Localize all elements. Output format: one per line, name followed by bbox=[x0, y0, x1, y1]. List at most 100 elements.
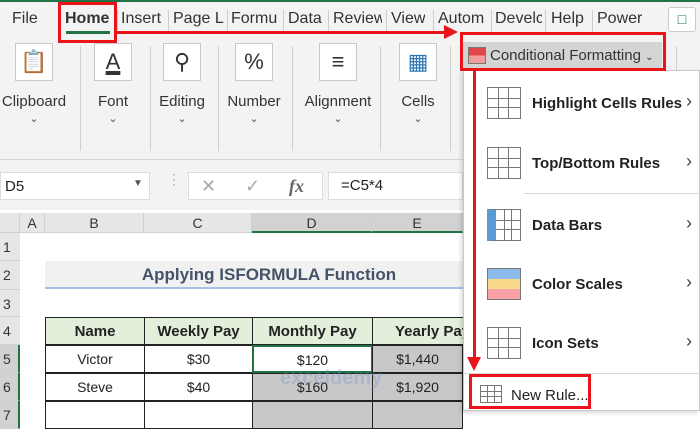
cell-monthly-pay[interactable] bbox=[252, 401, 373, 429]
chevron-right-icon: › bbox=[686, 151, 692, 171]
row-header-4[interactable]: 4 bbox=[0, 317, 20, 345]
header-name[interactable]: Name bbox=[45, 317, 145, 345]
formula-buttons: ✕ ✓ fx bbox=[188, 172, 323, 200]
tab-review[interactable]: Review bbox=[333, 10, 382, 28]
header-yearly-pay[interactable]: Yearly Pay bbox=[372, 317, 472, 345]
header-monthly-pay[interactable]: Monthly Pay bbox=[252, 317, 373, 345]
row-header-7[interactable]: 7 bbox=[0, 401, 20, 429]
annotation-box-home bbox=[58, 2, 117, 43]
menu-item-highlight-cells-rules[interactable]: Highlight Cells Rules › bbox=[484, 85, 698, 125]
cells-group[interactable]: ▦ Cells ⌄ bbox=[395, 43, 441, 125]
tab-developer[interactable]: Develc bbox=[495, 10, 542, 28]
chevron-right-icon: › bbox=[686, 213, 692, 233]
row-header-1[interactable]: 1 bbox=[0, 233, 20, 261]
cells-label: Cells bbox=[401, 93, 435, 110]
column-header-e[interactable]: E bbox=[372, 213, 463, 233]
enter-check-icon[interactable]: ✓ bbox=[245, 176, 260, 197]
cell-yearly-pay[interactable] bbox=[372, 401, 463, 429]
comments-button[interactable]: □ bbox=[668, 7, 696, 32]
name-box[interactable]: D5 bbox=[0, 172, 150, 200]
percent-icon: % bbox=[235, 43, 273, 81]
column-header-d[interactable]: D bbox=[252, 213, 372, 233]
chevron-down-icon: ⌄ bbox=[177, 113, 187, 125]
annotation-box-new-rule bbox=[469, 374, 591, 409]
row-header-5[interactable]: 5 bbox=[0, 345, 20, 373]
annotation-box-conditional-formatting bbox=[460, 32, 666, 71]
cell-weekly-pay[interactable]: $40 bbox=[144, 373, 253, 401]
number-label: Number bbox=[227, 93, 281, 110]
chevron-down-icon: ⌄ bbox=[249, 113, 259, 125]
menu-item-color-scales[interactable]: Color Scales › bbox=[484, 266, 698, 306]
search-icon: ⚲ bbox=[163, 43, 201, 81]
align-icon: ≡ bbox=[319, 43, 357, 81]
clipboard-group[interactable]: 📋 Clipboard ⌄ bbox=[0, 43, 68, 125]
arrowhead-icon bbox=[444, 25, 458, 39]
chevron-right-icon: › bbox=[686, 331, 692, 351]
cell-name[interactable]: Victor bbox=[45, 345, 145, 373]
menu-label: Data Bars bbox=[532, 217, 603, 234]
tab-view[interactable]: View bbox=[391, 10, 425, 28]
tab-file[interactable]: File bbox=[12, 10, 38, 28]
conditional-formatting-menu: Highlight Cells Rules › Top/Bottom Rules ›… bbox=[463, 70, 700, 411]
cells-icon: ▦ bbox=[399, 43, 437, 81]
chevron-right-icon: › bbox=[686, 272, 692, 292]
highlight-cells-icon bbox=[487, 87, 521, 119]
chevron-right-icon: › bbox=[686, 91, 692, 111]
menu-item-top-bottom-rules[interactable]: Top/Bottom Rules › bbox=[484, 145, 698, 185]
font-group[interactable]: A Font ⌄ bbox=[88, 43, 138, 125]
column-header-b[interactable]: B bbox=[45, 213, 144, 233]
resize-handle[interactable]: ⋮ bbox=[167, 172, 181, 186]
sheet-title: Applying ISFORMULA Function bbox=[45, 261, 463, 289]
annotation-arrow-horizontal bbox=[117, 31, 447, 34]
editing-label: Editing bbox=[159, 93, 205, 110]
cell-name[interactable]: Steve bbox=[45, 373, 145, 401]
tab-power[interactable]: Power bbox=[597, 10, 642, 28]
font-color-icon: A bbox=[94, 43, 132, 81]
alignment-label: Alignment bbox=[304, 93, 372, 110]
tab-page-layout[interactable]: Page L bbox=[173, 10, 225, 28]
icon-sets-icon bbox=[487, 327, 521, 359]
cancel-icon[interactable]: ✕ bbox=[201, 176, 216, 197]
annotation-arrow-vertical bbox=[473, 71, 476, 359]
cell-name[interactable] bbox=[45, 401, 145, 429]
row-header-3[interactable]: 3 bbox=[0, 290, 20, 317]
top-bottom-icon bbox=[487, 147, 521, 179]
editing-group[interactable]: ⚲ Editing ⌄ bbox=[155, 43, 209, 125]
row-header-2[interactable]: 2 bbox=[0, 261, 20, 290]
select-all-button[interactable] bbox=[0, 213, 20, 233]
tab-help[interactable]: Help bbox=[551, 10, 584, 28]
cell-weekly-pay[interactable] bbox=[144, 401, 253, 429]
chevron-down-icon: ⌄ bbox=[333, 113, 343, 125]
cell-yearly-pay[interactable]: $1,920 bbox=[372, 373, 463, 401]
menu-label: Highlight Cells Rules bbox=[532, 95, 683, 112]
chevron-down-icon: ⌄ bbox=[413, 113, 423, 125]
menu-item-data-bars[interactable]: Data Bars › bbox=[484, 207, 698, 247]
tab-data[interactable]: Data bbox=[288, 10, 322, 28]
insert-function-icon[interactable]: fx bbox=[289, 176, 304, 197]
formula-input[interactable]: =C5*4 bbox=[328, 172, 463, 200]
row-header-6[interactable]: 6 bbox=[0, 373, 20, 401]
alignment-group[interactable]: ≡ Alignment ⌄ bbox=[300, 43, 376, 125]
color-scales-icon bbox=[487, 268, 521, 300]
tab-formulas[interactable]: Formu bbox=[231, 10, 281, 28]
cell-yearly-pay[interactable]: $1,440 bbox=[372, 345, 463, 373]
clipboard-label: Clipboard bbox=[1, 93, 67, 110]
font-label: Font bbox=[97, 93, 128, 110]
chevron-down-icon: ⌄ bbox=[108, 113, 118, 125]
name-box-dropdown-icon[interactable]: ▼ bbox=[133, 178, 143, 189]
clipboard-icon: 📋 bbox=[15, 43, 53, 81]
column-header-a[interactable]: A bbox=[20, 213, 45, 233]
menu-label: Icon Sets bbox=[532, 335, 599, 352]
watermark: exceldemy bbox=[280, 367, 383, 389]
tab-insert[interactable]: Insert bbox=[121, 10, 161, 28]
cell-weekly-pay[interactable]: $30 bbox=[144, 345, 253, 373]
header-weekly-pay[interactable]: Weekly Pay bbox=[144, 317, 253, 345]
number-group[interactable]: % Number ⌄ bbox=[225, 43, 283, 125]
comment-icon: □ bbox=[677, 11, 687, 27]
menu-item-icon-sets[interactable]: Icon Sets › bbox=[484, 325, 698, 365]
chevron-down-icon: ⌄ bbox=[29, 113, 39, 125]
arrowhead-icon bbox=[467, 357, 481, 371]
column-header-c[interactable]: C bbox=[144, 213, 252, 233]
data-bars-icon bbox=[487, 209, 521, 241]
menu-separator bbox=[524, 193, 700, 194]
